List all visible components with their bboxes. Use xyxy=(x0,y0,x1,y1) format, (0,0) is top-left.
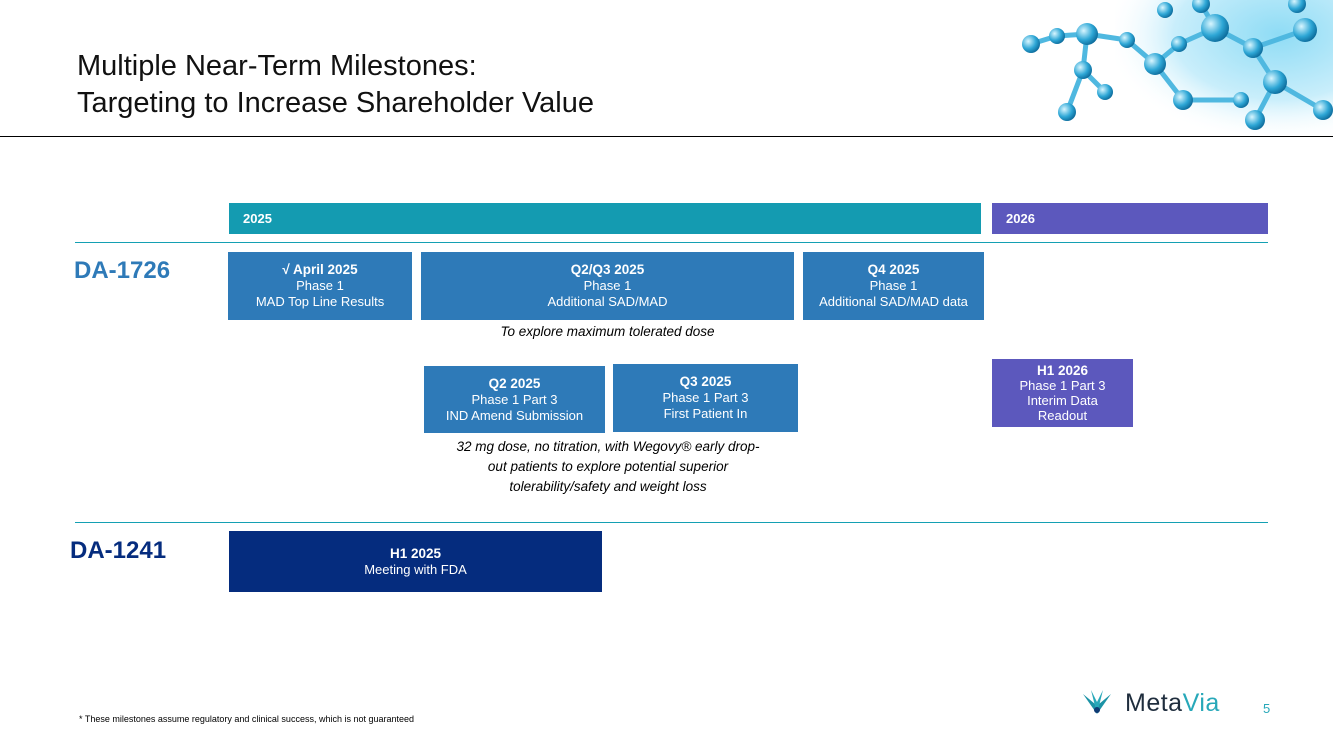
title-divider xyxy=(0,136,1333,137)
milestone-box-h1-2025: H1 2025 Meeting with FDA xyxy=(229,531,602,592)
milestone-line: Interim Data xyxy=(1027,393,1098,408)
note-line: 32 mg dose, no titration, with Wegovy® e… xyxy=(456,439,760,454)
milestone-heading: Q4 2025 xyxy=(867,262,920,277)
title-line-1: Multiple Near-Term Milestones: xyxy=(77,50,477,82)
row-divider-top xyxy=(75,242,1268,243)
metavia-leaf-icon xyxy=(1083,690,1111,714)
logo-text-meta: Meta xyxy=(1125,688,1183,717)
logo-text-via: Via xyxy=(1182,688,1220,717)
year-bar-2026: 2026 xyxy=(992,203,1268,234)
milestone-heading: H1 2025 xyxy=(389,545,442,561)
row-divider-bottom xyxy=(75,522,1268,523)
milestone-heading: √ April 2025 xyxy=(282,262,358,277)
milestone-line: Phase 1 Part 3 xyxy=(471,391,558,407)
milestone-line: Meeting with FDA xyxy=(364,561,467,577)
molecule-graphic xyxy=(1022,0,1333,136)
milestone-line: Phase 1 Part 3 xyxy=(662,390,749,405)
milestone-line: Additional SAD/MAD data xyxy=(819,294,968,309)
logo-wordmark: MetaVia xyxy=(1125,689,1220,718)
note-line: out patients to explore potential superi… xyxy=(487,459,729,474)
note-part3-details: 32 mg dose, no titration, with Wegovy® e… xyxy=(420,437,796,497)
milestone-box-q3-2025: Q3 2025 Phase 1 Part 3 First Patient In xyxy=(613,364,798,432)
milestone-line: Additional SAD/MAD xyxy=(547,294,668,309)
milestone-line: Phase 1 Part 3 xyxy=(1019,378,1106,393)
milestone-line: MAD Top Line Results xyxy=(255,294,385,309)
product-label-da1726: DA-1726 xyxy=(74,257,171,284)
milestone-heading: Q2 2025 xyxy=(488,375,541,391)
milestone-box-h1-2026: H1 2026 Phase 1 Part 3 Interim Data Read… xyxy=(992,359,1133,427)
milestone-line: Phase 1 xyxy=(869,278,918,293)
milestone-line: Readout xyxy=(1037,408,1088,423)
milestone-heading: Q2/Q3 2025 xyxy=(570,262,645,277)
product-label-da1241: DA-1241 xyxy=(70,537,167,564)
milestone-line: IND Amend Submission xyxy=(445,407,584,423)
page-number: 5 xyxy=(1263,701,1271,716)
milestone-line: First Patient In xyxy=(663,406,748,421)
milestone-box-q4-2025: Q4 2025 Phase 1 Additional SAD/MAD data xyxy=(803,252,984,320)
milestone-line: Phase 1 xyxy=(583,278,632,293)
footnote: * These milestones assume regulatory and… xyxy=(79,714,415,724)
milestone-box-q2-2025: Q2 2025 Phase 1 Part 3 IND Amend Submiss… xyxy=(424,366,605,433)
note-line: tolerability/safety and weight loss xyxy=(509,479,707,494)
metavia-logo: MetaVia xyxy=(1079,688,1220,718)
milestone-box-q2q3-2025: Q2/Q3 2025 Phase 1 Additional SAD/MAD xyxy=(421,252,794,320)
note-max-tolerated-dose: To explore maximum tolerated dose xyxy=(500,324,715,339)
milestone-line: Phase 1 xyxy=(296,278,344,293)
milestone-heading: H1 2026 xyxy=(1036,363,1089,378)
title-line-2: Targeting to Increase Shareholder Value xyxy=(77,87,594,119)
milestone-heading: Q3 2025 xyxy=(679,374,732,389)
milestone-box-april-2025: √ April 2025 Phase 1 MAD Top Line Result… xyxy=(228,252,412,320)
slide-title: Multiple Near-Term Milestones: Targeting… xyxy=(77,48,594,122)
year-bar-2025: 2025 xyxy=(229,203,981,234)
